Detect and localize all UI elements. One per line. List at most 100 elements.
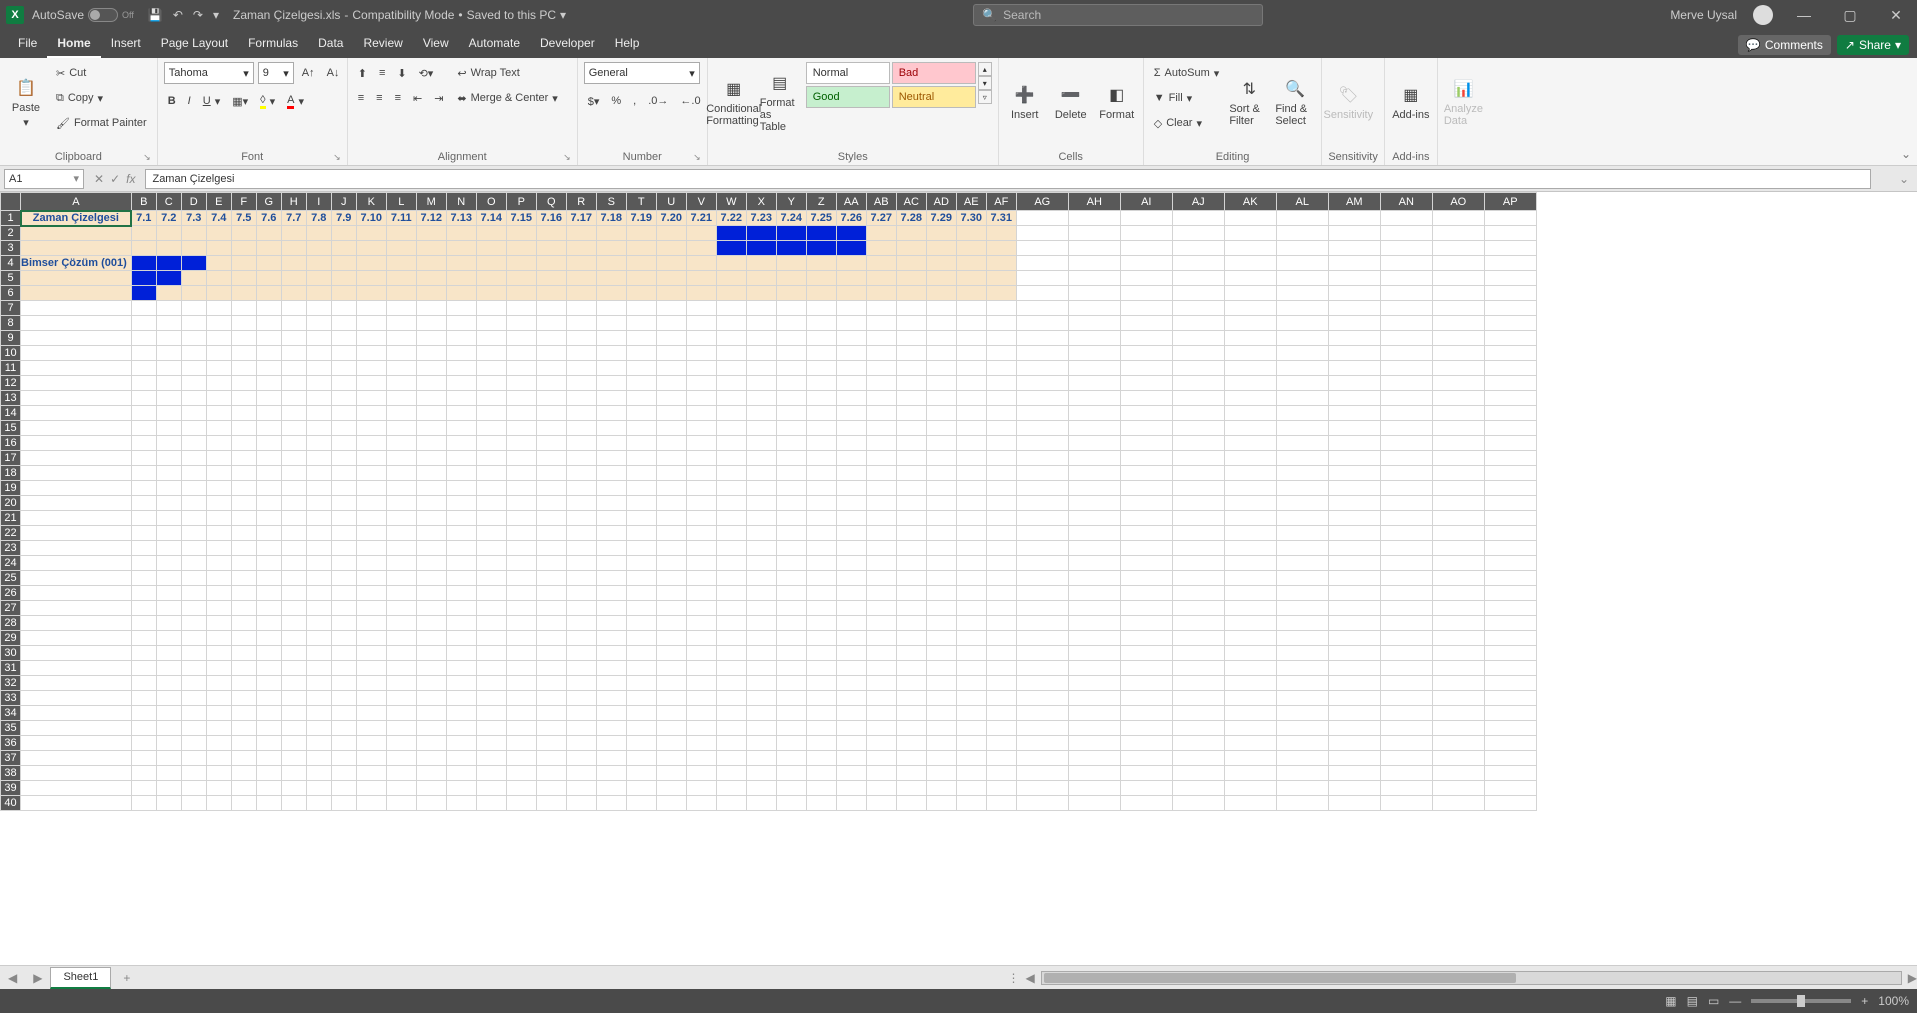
cell[interactable] xyxy=(956,676,986,691)
cell[interactable] xyxy=(476,346,506,361)
tab-formulas[interactable]: Formulas xyxy=(238,30,308,58)
cell[interactable] xyxy=(566,721,596,736)
col-header[interactable]: AP xyxy=(1484,193,1536,211)
cell[interactable] xyxy=(1380,301,1432,316)
cell[interactable] xyxy=(1016,436,1068,451)
cell[interactable] xyxy=(1016,541,1068,556)
cell[interactable] xyxy=(156,481,181,496)
merge-center-button[interactable]: ⬌Merge & Center ▾ xyxy=(453,87,561,109)
cell[interactable] xyxy=(896,226,926,241)
cell[interactable] xyxy=(306,571,331,586)
cell[interactable] xyxy=(281,691,306,706)
cell[interactable] xyxy=(206,466,231,481)
cell[interactable] xyxy=(416,391,446,406)
cell[interactable] xyxy=(231,331,256,346)
row-header[interactable]: 15 xyxy=(1,421,21,436)
cell[interactable] xyxy=(656,271,686,286)
cell[interactable]: 7.10 xyxy=(356,211,386,226)
cell[interactable] xyxy=(746,481,776,496)
cell[interactable] xyxy=(331,451,356,466)
cell[interactable] xyxy=(566,781,596,796)
cell[interactable] xyxy=(926,481,956,496)
cell[interactable] xyxy=(1276,286,1328,301)
cell[interactable] xyxy=(21,601,132,616)
user-name[interactable]: Merve Uysal xyxy=(1670,8,1737,22)
cell[interactable] xyxy=(536,676,566,691)
cell[interactable] xyxy=(356,646,386,661)
cell[interactable] xyxy=(156,616,181,631)
cell[interactable] xyxy=(776,781,806,796)
cell[interactable] xyxy=(446,466,476,481)
cell[interactable]: 7.5 xyxy=(231,211,256,226)
cell[interactable] xyxy=(566,226,596,241)
cell[interactable] xyxy=(1432,466,1484,481)
cell[interactable] xyxy=(416,541,446,556)
cell[interactable] xyxy=(1328,541,1380,556)
cell[interactable] xyxy=(866,631,896,646)
cell[interactable] xyxy=(866,556,896,571)
cell[interactable] xyxy=(156,286,181,301)
cell[interactable] xyxy=(626,256,656,271)
cell[interactable] xyxy=(416,766,446,781)
cell[interactable] xyxy=(1016,346,1068,361)
cell[interactable] xyxy=(1068,526,1120,541)
cell[interactable] xyxy=(986,331,1016,346)
cell[interactable] xyxy=(1380,271,1432,286)
cell[interactable] xyxy=(866,736,896,751)
cell[interactable] xyxy=(206,676,231,691)
col-header[interactable]: AM xyxy=(1328,193,1380,211)
cell[interactable] xyxy=(231,661,256,676)
cell[interactable] xyxy=(1328,571,1380,586)
row-header[interactable]: 13 xyxy=(1,391,21,406)
cell[interactable] xyxy=(1328,661,1380,676)
zoom-level[interactable]: 100% xyxy=(1878,994,1909,1008)
cell[interactable] xyxy=(1224,421,1276,436)
styles-gallery[interactable]: Normal Bad Good Neutral xyxy=(806,62,976,108)
cell[interactable] xyxy=(231,691,256,706)
cell[interactable] xyxy=(686,346,716,361)
cell[interactable] xyxy=(926,616,956,631)
cell[interactable] xyxy=(446,781,476,796)
cell[interactable] xyxy=(1484,271,1536,286)
cell[interactable] xyxy=(356,376,386,391)
cell[interactable] xyxy=(156,301,181,316)
cell[interactable] xyxy=(281,631,306,646)
cell[interactable] xyxy=(416,406,446,421)
cell[interactable] xyxy=(21,376,132,391)
cell[interactable] xyxy=(596,571,626,586)
col-header[interactable]: Y xyxy=(776,193,806,211)
cell[interactable] xyxy=(896,676,926,691)
cell[interactable] xyxy=(926,526,956,541)
cell[interactable] xyxy=(806,436,836,451)
row-header[interactable]: 20 xyxy=(1,496,21,511)
cell[interactable] xyxy=(596,376,626,391)
cell[interactable] xyxy=(626,556,656,571)
cell[interactable] xyxy=(156,226,181,241)
cell[interactable] xyxy=(1484,586,1536,601)
cell[interactable] xyxy=(836,241,866,256)
cell[interactable] xyxy=(986,601,1016,616)
cell[interactable] xyxy=(1172,376,1224,391)
cell[interactable] xyxy=(776,451,806,466)
cell[interactable] xyxy=(1484,646,1536,661)
cell[interactable] xyxy=(566,631,596,646)
row-header[interactable]: 37 xyxy=(1,751,21,766)
tab-home[interactable]: Home xyxy=(47,30,100,58)
cell[interactable] xyxy=(956,556,986,571)
cell[interactable] xyxy=(506,481,536,496)
cell[interactable] xyxy=(626,586,656,601)
cell[interactable] xyxy=(476,601,506,616)
cell[interactable] xyxy=(1016,256,1068,271)
cell[interactable] xyxy=(836,631,866,646)
cell[interactable] xyxy=(566,406,596,421)
cell[interactable] xyxy=(626,331,656,346)
cell[interactable] xyxy=(256,691,281,706)
cell[interactable] xyxy=(536,601,566,616)
cell[interactable] xyxy=(866,331,896,346)
cell[interactable] xyxy=(1172,751,1224,766)
cell[interactable] xyxy=(896,421,926,436)
cell[interactable] xyxy=(1224,361,1276,376)
cell[interactable] xyxy=(686,271,716,286)
cell[interactable] xyxy=(256,466,281,481)
cell[interactable] xyxy=(206,766,231,781)
